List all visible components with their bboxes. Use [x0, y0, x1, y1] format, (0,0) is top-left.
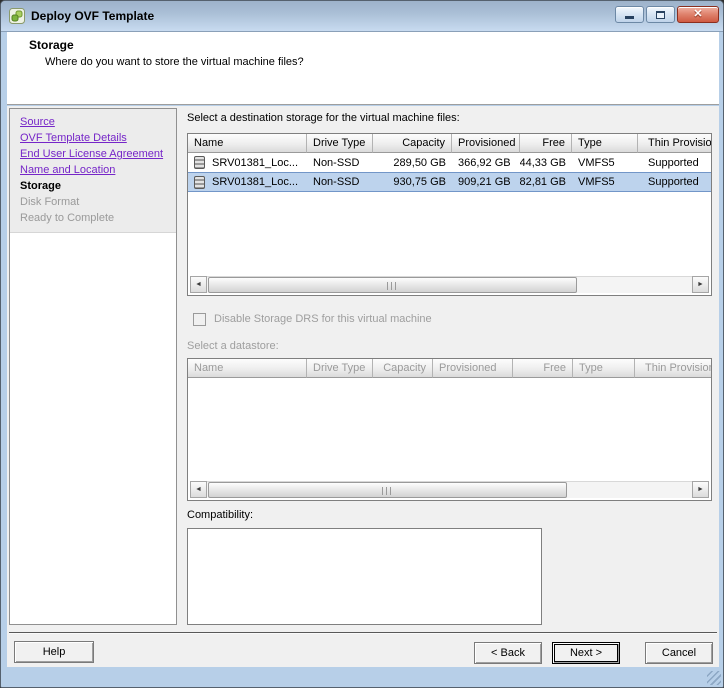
column-header-provisioned[interactable]: Provisioned: [433, 359, 513, 378]
vsphere-app-icon: [9, 8, 25, 24]
table-cell: 909,21 GB: [452, 176, 520, 188]
wizard-step-end-user-license-agreement[interactable]: End User License Agreement: [10, 146, 176, 162]
page-subtitle: Where do you want to store the virtual m…: [45, 56, 304, 68]
disable-storage-drs-label: Disable Storage DRS for this virtual mac…: [214, 313, 432, 325]
next-button[interactable]: Next >: [552, 642, 620, 664]
table-body: SRV01381_Loc...Non-SSD289,50 GB366,92 GB…: [188, 153, 711, 192]
wizard-step-disk-format: Disk Format: [10, 194, 176, 210]
help-button[interactable]: Help: [14, 641, 94, 663]
column-header-drive-type[interactable]: Drive Type: [307, 134, 373, 153]
maximize-button[interactable]: [646, 6, 675, 23]
destination-storage-label: Select a destination storage for the vir…: [187, 112, 460, 124]
deploy-ovf-template-dialog: Deploy OVF Template ✕ Storage Where do y…: [0, 0, 724, 688]
footer-divider: [9, 632, 717, 634]
table-cell: VMFS5: [572, 176, 638, 188]
resize-grip[interactable]: [707, 671, 721, 685]
page-title: Storage: [29, 38, 74, 52]
wizard-header: Storage Where do you want to store the v…: [7, 32, 719, 105]
wizard-step-storage: Storage: [10, 178, 176, 194]
close-button[interactable]: ✕: [677, 6, 719, 23]
column-header-thin-provisioned[interactable]: Thin Provisioned: [638, 134, 712, 153]
window-bottom-frame: [1, 667, 724, 688]
column-header-free[interactable]: Free: [520, 134, 572, 153]
destination-storage-table: NameDrive TypeCapacityProvisionedFreeTyp…: [187, 133, 712, 296]
column-header-type[interactable]: Type: [572, 134, 638, 153]
compatibility-box: [187, 528, 542, 625]
scrollbar-track[interactable]: [207, 276, 692, 293]
table-cell: Non-SSD: [307, 176, 373, 188]
datastore-disk-icon: [194, 156, 205, 169]
table-header-row: NameDrive TypeCapacityProvisionedFreeTyp…: [188, 134, 711, 153]
table-cell: 44,33 GB: [520, 157, 572, 169]
table-cell: Non-SSD: [307, 157, 373, 169]
scrollbar-thumb[interactable]: [208, 482, 567, 498]
compatibility-label: Compatibility:: [187, 509, 253, 521]
datastore-name-cell: SRV01381_Loc...: [188, 156, 307, 169]
datastore-name-cell: SRV01381_Loc...: [188, 176, 307, 189]
table-cell: 930,75 GB: [373, 176, 452, 188]
column-header-thin-provisioned[interactable]: Thin Provisioned: [635, 359, 712, 378]
scroll-left-button[interactable]: ◄: [190, 481, 207, 498]
scroll-left-button[interactable]: ◄: [190, 276, 207, 293]
select-datastore-label: Select a datastore:: [187, 340, 279, 352]
scrollbar-track[interactable]: [207, 481, 692, 498]
column-header-name[interactable]: Name: [188, 134, 307, 153]
scrollbar-thumb[interactable]: [208, 277, 577, 293]
back-button[interactable]: < Back: [474, 642, 542, 664]
minimize-button[interactable]: [615, 6, 644, 23]
scroll-right-button[interactable]: ►: [692, 481, 709, 498]
column-header-drive-type[interactable]: Drive Type: [307, 359, 373, 378]
wizard-step-ovf-template-details[interactable]: OVF Template Details: [10, 130, 176, 146]
column-header-capacity[interactable]: Capacity: [373, 359, 433, 378]
horizontal-scrollbar: ◄ ►: [190, 481, 709, 498]
table-cell: VMFS5: [572, 157, 638, 169]
scroll-right-button[interactable]: ►: [692, 276, 709, 293]
wizard-steps-list: SourceOVF Template DetailsEnd User Licen…: [10, 109, 176, 233]
window-controls: ✕: [615, 6, 719, 23]
table-cell: 289,50 GB: [373, 157, 452, 169]
table-cell: Supported: [638, 176, 712, 188]
table-cell: 582,81 GB: [520, 176, 572, 188]
column-header-provisioned[interactable]: Provisioned: [452, 134, 520, 153]
title-bar[interactable]: Deploy OVF Template ✕: [1, 1, 724, 32]
wizard-step-ready-to-complete: Ready to Complete: [10, 210, 176, 226]
datastore-row[interactable]: SRV01381_Loc...Non-SSD289,50 GB366,92 GB…: [188, 153, 711, 172]
column-header-capacity[interactable]: Capacity: [373, 134, 452, 153]
datastore-disk-icon: [194, 176, 205, 189]
close-icon: ✕: [693, 9, 702, 20]
horizontal-scrollbar: ◄ ►: [190, 276, 709, 293]
datastore-table: NameDrive TypeCapacityProvisionedFreeTyp…: [187, 358, 712, 501]
minimize-icon: [625, 16, 634, 19]
wizard-step-source[interactable]: Source: [10, 114, 176, 130]
column-header-type[interactable]: Type: [573, 359, 635, 378]
table-cell: 366,92 GB: [452, 157, 520, 169]
cancel-button[interactable]: Cancel: [645, 642, 713, 664]
table-header-row: NameDrive TypeCapacityProvisionedFreeTyp…: [188, 359, 711, 378]
maximize-icon: [656, 11, 665, 19]
column-header-name[interactable]: Name: [188, 359, 307, 378]
datastore-row[interactable]: SRV01381_Loc...Non-SSD930,75 GB909,21 GB…: [188, 172, 711, 192]
wizard-steps-panel: SourceOVF Template DetailsEnd User Licen…: [9, 108, 177, 625]
column-header-free[interactable]: Free: [513, 359, 573, 378]
table-cell: Supported: [638, 157, 712, 169]
disable-storage-drs-checkbox: [193, 313, 206, 326]
window-title: Deploy OVF Template: [31, 9, 154, 23]
wizard-step-name-and-location[interactable]: Name and Location: [10, 162, 176, 178]
